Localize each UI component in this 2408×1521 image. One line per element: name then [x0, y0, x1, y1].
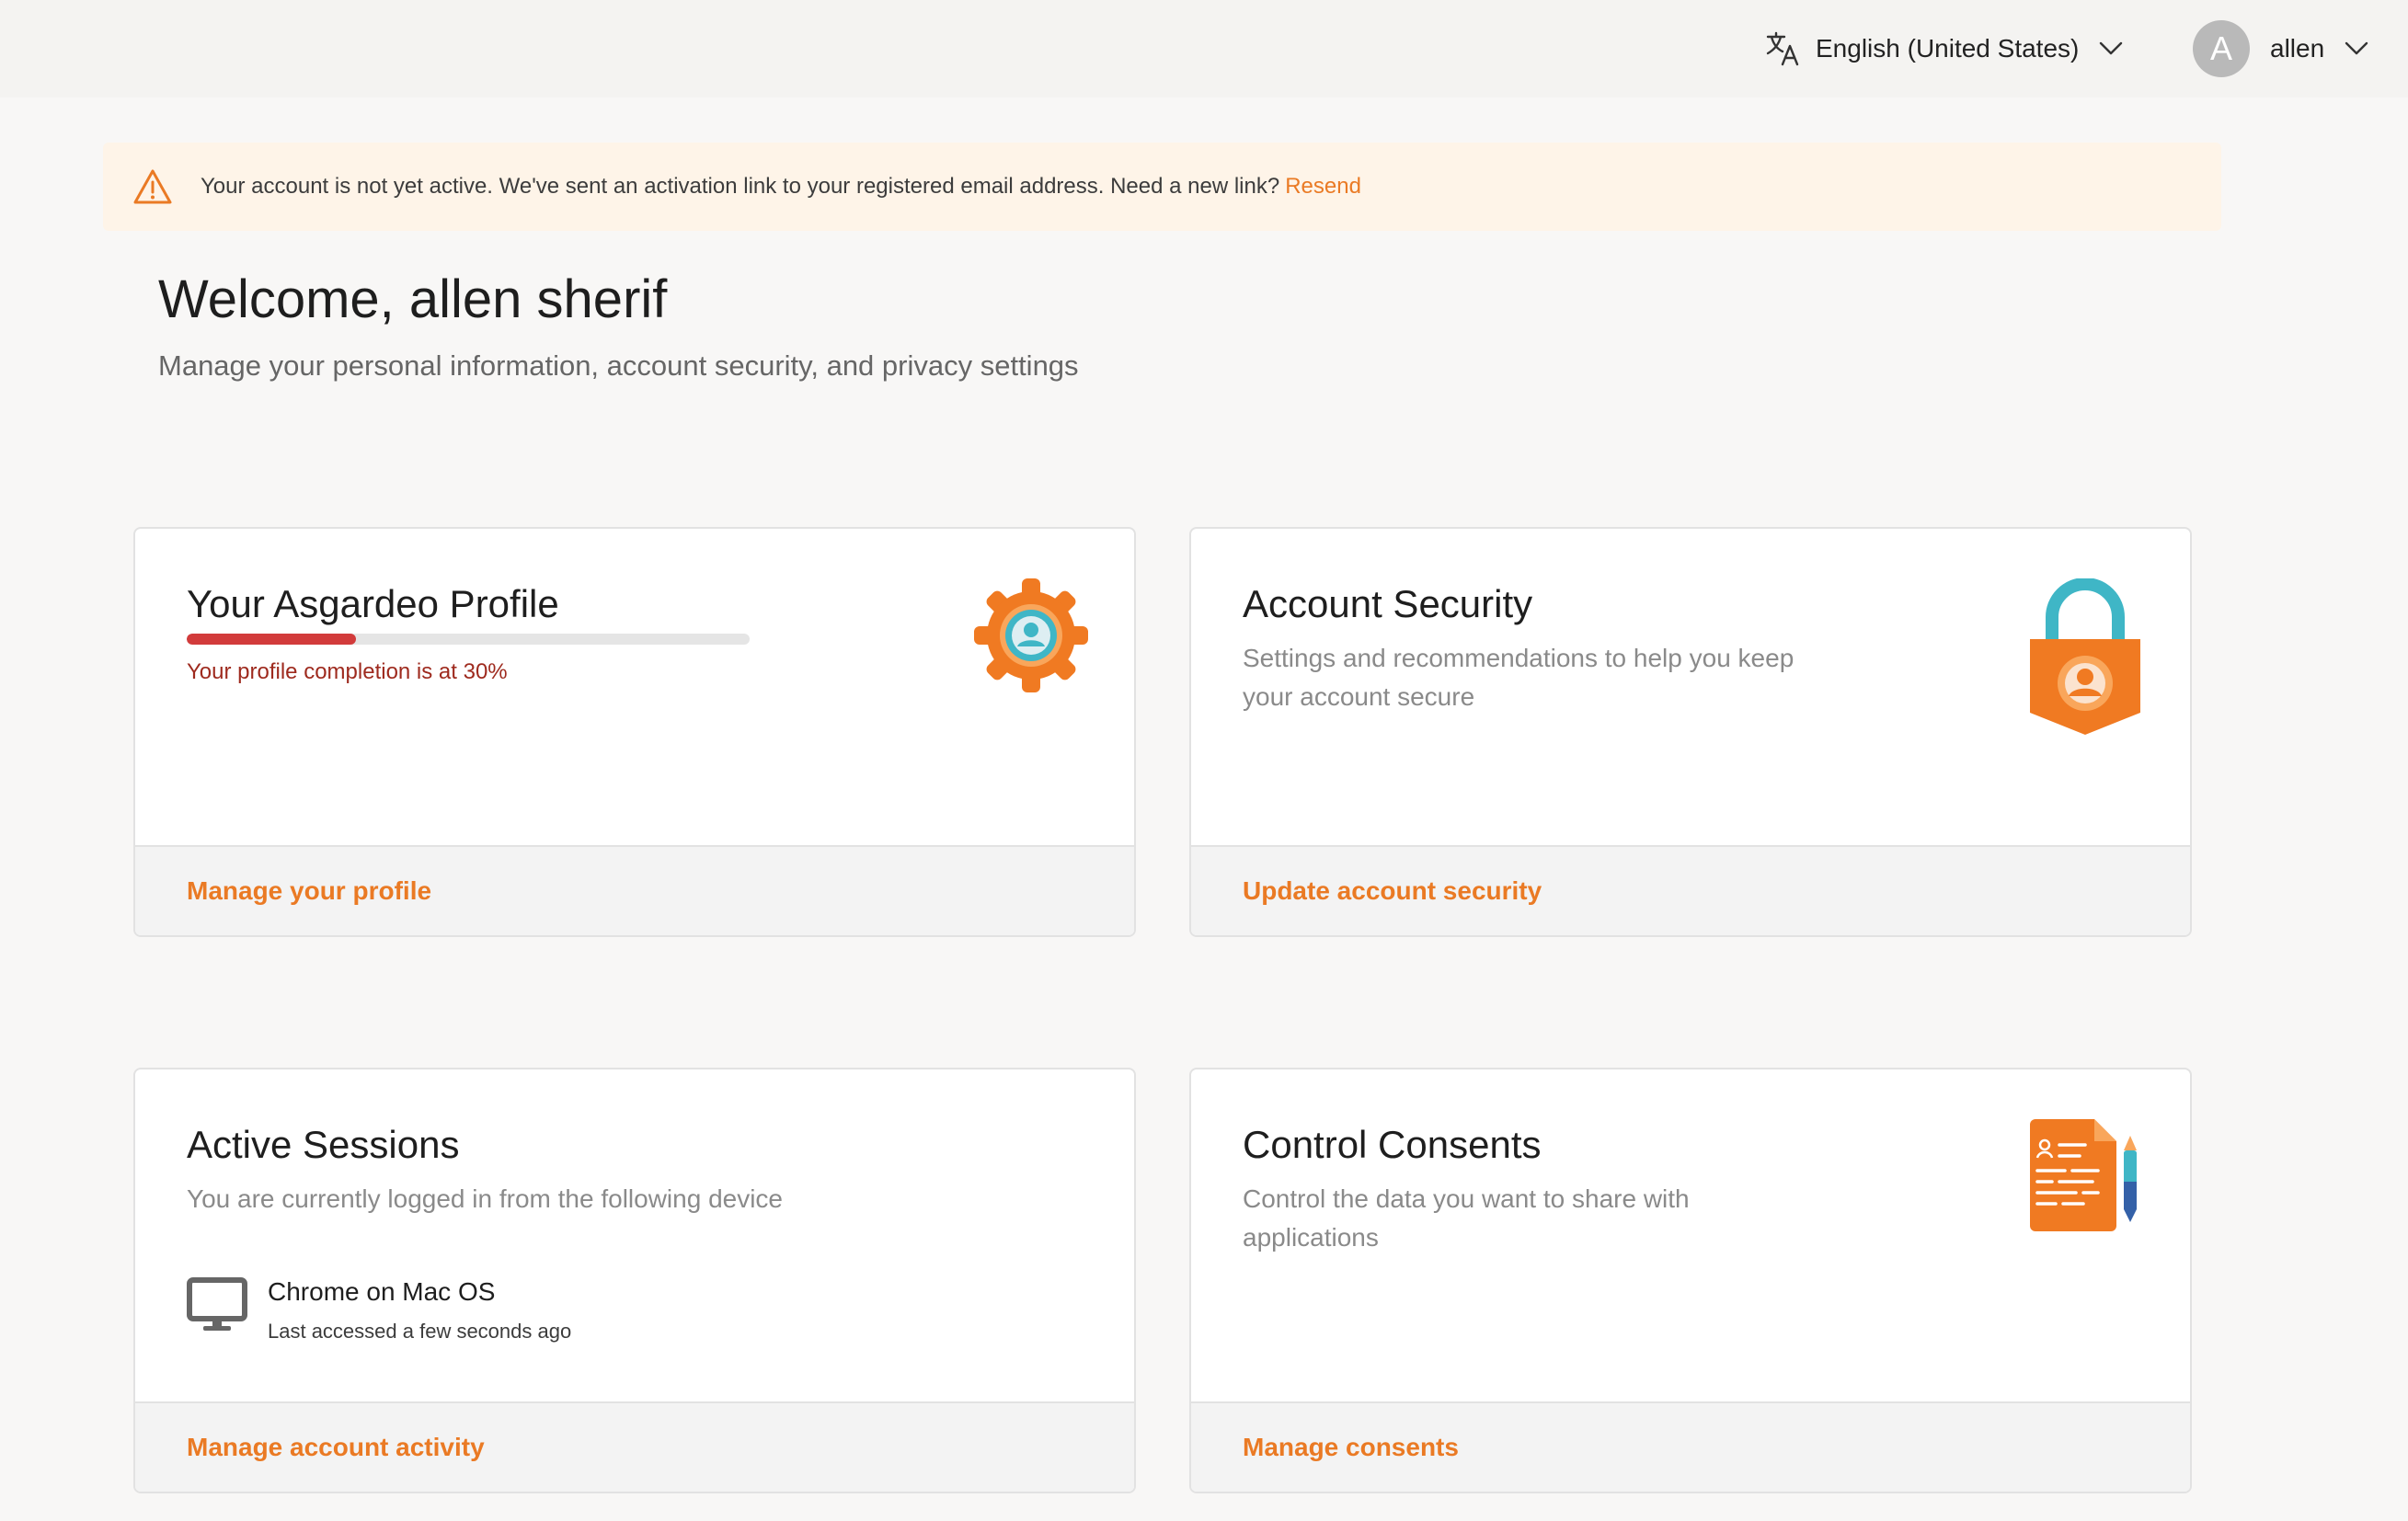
profile-card: Your Asgardeo Profile Your profile compl…	[133, 527, 1136, 937]
activation-alert: Your account is not yet active. We've se…	[103, 143, 2221, 231]
page-subtitle: Manage your personal information, accoun…	[158, 349, 1079, 382]
profile-card-footer: Manage your profile	[135, 845, 1134, 935]
session-device-info: Chrome on Mac OS Last accessed a few sec…	[268, 1277, 571, 1344]
user-menu[interactable]: A allen	[2193, 20, 2368, 77]
top-bar: English (United States) A allen	[0, 0, 2408, 97]
translate-icon	[1766, 31, 1799, 66]
warning-icon	[133, 169, 172, 204]
profile-progress-bar	[187, 634, 750, 645]
security-card: Account Security Settings and recommenda…	[1189, 527, 2192, 937]
profile-card-title: Your Asgardeo Profile	[187, 582, 559, 625]
alert-message: Your account is not yet active. We've se…	[201, 174, 1280, 199]
sessions-card-title: Active Sessions	[187, 1123, 460, 1166]
chevron-down-icon	[2345, 41, 2368, 55]
consents-card-title: Control Consents	[1243, 1123, 1542, 1166]
consents-card-footer: Manage consents	[1191, 1401, 2190, 1492]
chevron-down-icon	[2100, 41, 2123, 55]
device-last-accessed: Last accessed a few seconds ago	[268, 1320, 572, 1343]
sessions-card-description: You are currently logged in from the fol…	[187, 1184, 784, 1213]
monitor-icon	[187, 1277, 247, 1331]
session-device: Chrome on Mac OS Last accessed a few sec…	[187, 1277, 571, 1344]
language-selector[interactable]: English (United States)	[1764, 28, 2123, 70]
user-name: allen	[2270, 34, 2325, 63]
manage-profile-link[interactable]: Manage your profile	[187, 876, 431, 906]
consents-card: Control Consents Control the data you wa…	[1189, 1068, 2192, 1493]
padlock-icon	[2030, 578, 2140, 735]
sessions-card: Active Sessions You are currently logged…	[133, 1068, 1136, 1493]
profile-progress-fill	[187, 634, 356, 645]
resend-link[interactable]: Resend	[1285, 174, 1361, 200]
security-card-title: Account Security	[1243, 582, 1533, 625]
profile-completion-text: Your profile completion is at 30%	[187, 659, 508, 684]
security-card-description: Settings and recommendations to help you…	[1243, 644, 1795, 711]
avatar: A	[2193, 20, 2250, 77]
manage-activity-link[interactable]: Manage account activity	[187, 1433, 485, 1462]
security-card-footer: Update account security	[1191, 845, 2190, 935]
device-name: Chrome on Mac OS	[268, 1277, 496, 1306]
manage-consents-link[interactable]: Manage consents	[1243, 1433, 1459, 1462]
sessions-card-footer: Manage account activity	[135, 1401, 1134, 1492]
language-label: English (United States)	[1816, 34, 2080, 63]
consent-document-icon	[2030, 1119, 2137, 1231]
profile-gear-icon	[974, 578, 1088, 692]
consents-card-description: Control the data you want to share with …	[1243, 1184, 1690, 1252]
update-security-link[interactable]: Update account security	[1243, 876, 1542, 906]
page-title: Welcome, allen sherif	[158, 269, 668, 329]
